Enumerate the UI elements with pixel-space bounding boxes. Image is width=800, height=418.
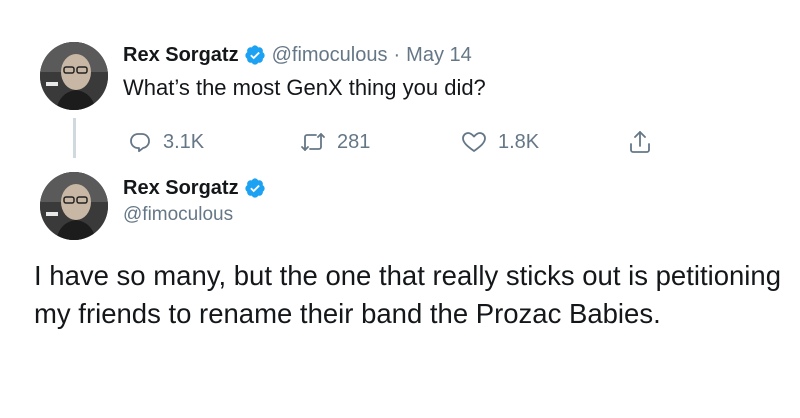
tweet-text: What’s the most GenX thing you did?: [123, 75, 486, 100]
author-name[interactable]: Rex Sorgatz: [123, 175, 239, 201]
like-icon: [461, 130, 487, 154]
retweet-icon: [300, 130, 326, 154]
tweet-header: Rex Sorgatz @fimoculous · May 14: [123, 42, 472, 68]
avatar[interactable]: [40, 42, 108, 110]
author-name-row: Rex Sorgatz: [123, 175, 272, 201]
author-handle[interactable]: @fimoculous: [272, 42, 388, 68]
verified-badge-icon: [244, 44, 266, 66]
retweet-count: 281: [337, 130, 371, 153]
reply-button[interactable]: 3.1K: [128, 124, 204, 160]
share-icon: [627, 129, 653, 155]
author-handle[interactable]: @fimoculous: [123, 203, 233, 227]
verified-badge-icon: [244, 177, 266, 199]
retweet-button[interactable]: 281: [300, 124, 370, 160]
like-button[interactable]: 1.8K: [461, 124, 539, 160]
like-count: 1.8K: [498, 130, 540, 153]
separator-dot: ·: [393, 44, 401, 66]
tweet-text: I have so many, but the one that really …: [34, 260, 781, 329]
avatar[interactable]: [40, 172, 108, 240]
author-name[interactable]: Rex Sorgatz: [123, 42, 239, 68]
tweet-date[interactable]: May 14: [406, 42, 472, 68]
reply-count: 3.1K: [163, 130, 205, 153]
share-button[interactable]: [627, 124, 653, 160]
tweet-actions: 3.1K 281 1.8K: [0, 124, 800, 160]
reply-icon: [128, 130, 152, 154]
